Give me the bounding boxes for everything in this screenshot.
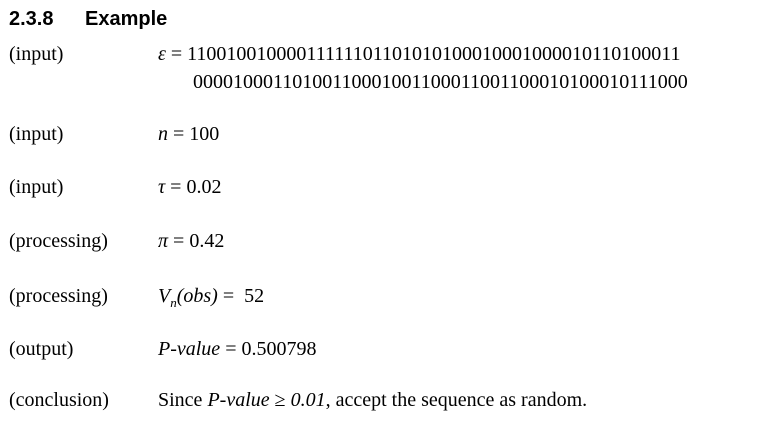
v-symbol: V (158, 285, 171, 307)
epsilon-sequence-line1: 1100100100001111110110101010001000100001… (187, 43, 681, 65)
n-line: n = 100 (158, 121, 219, 147)
section-title: Example (85, 8, 168, 30)
pvalue-symbol: P-value (158, 338, 221, 360)
section-number: 2.3.8 (9, 8, 54, 30)
conclusion-pvalue: P-value (207, 389, 270, 411)
conclusion-line: Since P-value ≥ 0.01, accept the sequenc… (158, 387, 587, 413)
pvalue-value: 0.500798 (241, 338, 317, 360)
row-label-pvalue: (output) (9, 338, 74, 360)
row-label-vnobs: (processing) (9, 285, 108, 307)
tau-value: 0.02 (186, 176, 222, 198)
row-label-tau: (input) (9, 176, 64, 198)
section-heading: 2.3.8 Example (9, 6, 167, 32)
epsilon-sequence-line2: 0000100011010011000100110001100110001010… (193, 71, 688, 93)
epsilon-line: ε = 110010010000111111011010101000100010… (158, 41, 681, 67)
row-label-pi: (processing) (9, 230, 108, 252)
row-label-epsilon: (input) (9, 43, 64, 65)
n-value: 100 (189, 123, 220, 145)
obs-suffix: (obs) (176, 285, 218, 307)
ge-sign: ≥ (269, 389, 291, 411)
equals-sign: = (220, 338, 242, 360)
equals-sign: = (165, 176, 187, 198)
row-label-n: (input) (9, 123, 64, 145)
pi-line: π = 0.42 (158, 228, 224, 254)
equals-sign: = (217, 285, 245, 307)
vnobs-value: 52 (244, 285, 265, 307)
equals-sign: = (165, 43, 188, 65)
conclusion-suffix: , accept the sequence as random. (325, 389, 588, 411)
conclusion-threshold: 0.01 (290, 389, 326, 411)
pi-symbol: π (158, 230, 169, 252)
epsilon-symbol: ε (158, 43, 166, 65)
pvalue-line: P-value = 0.500798 (158, 336, 316, 362)
n-symbol: n (158, 123, 168, 145)
row-label-conclusion: (conclusion) (9, 389, 109, 411)
equals-sign: = (168, 230, 190, 252)
conclusion-prefix: Since (158, 389, 208, 411)
pi-value: 0.42 (189, 230, 225, 252)
tau-line: τ = 0.02 (158, 174, 221, 200)
vnobs-line: Vn(obs) = 52 (158, 283, 264, 316)
equals-sign: = (168, 123, 190, 145)
